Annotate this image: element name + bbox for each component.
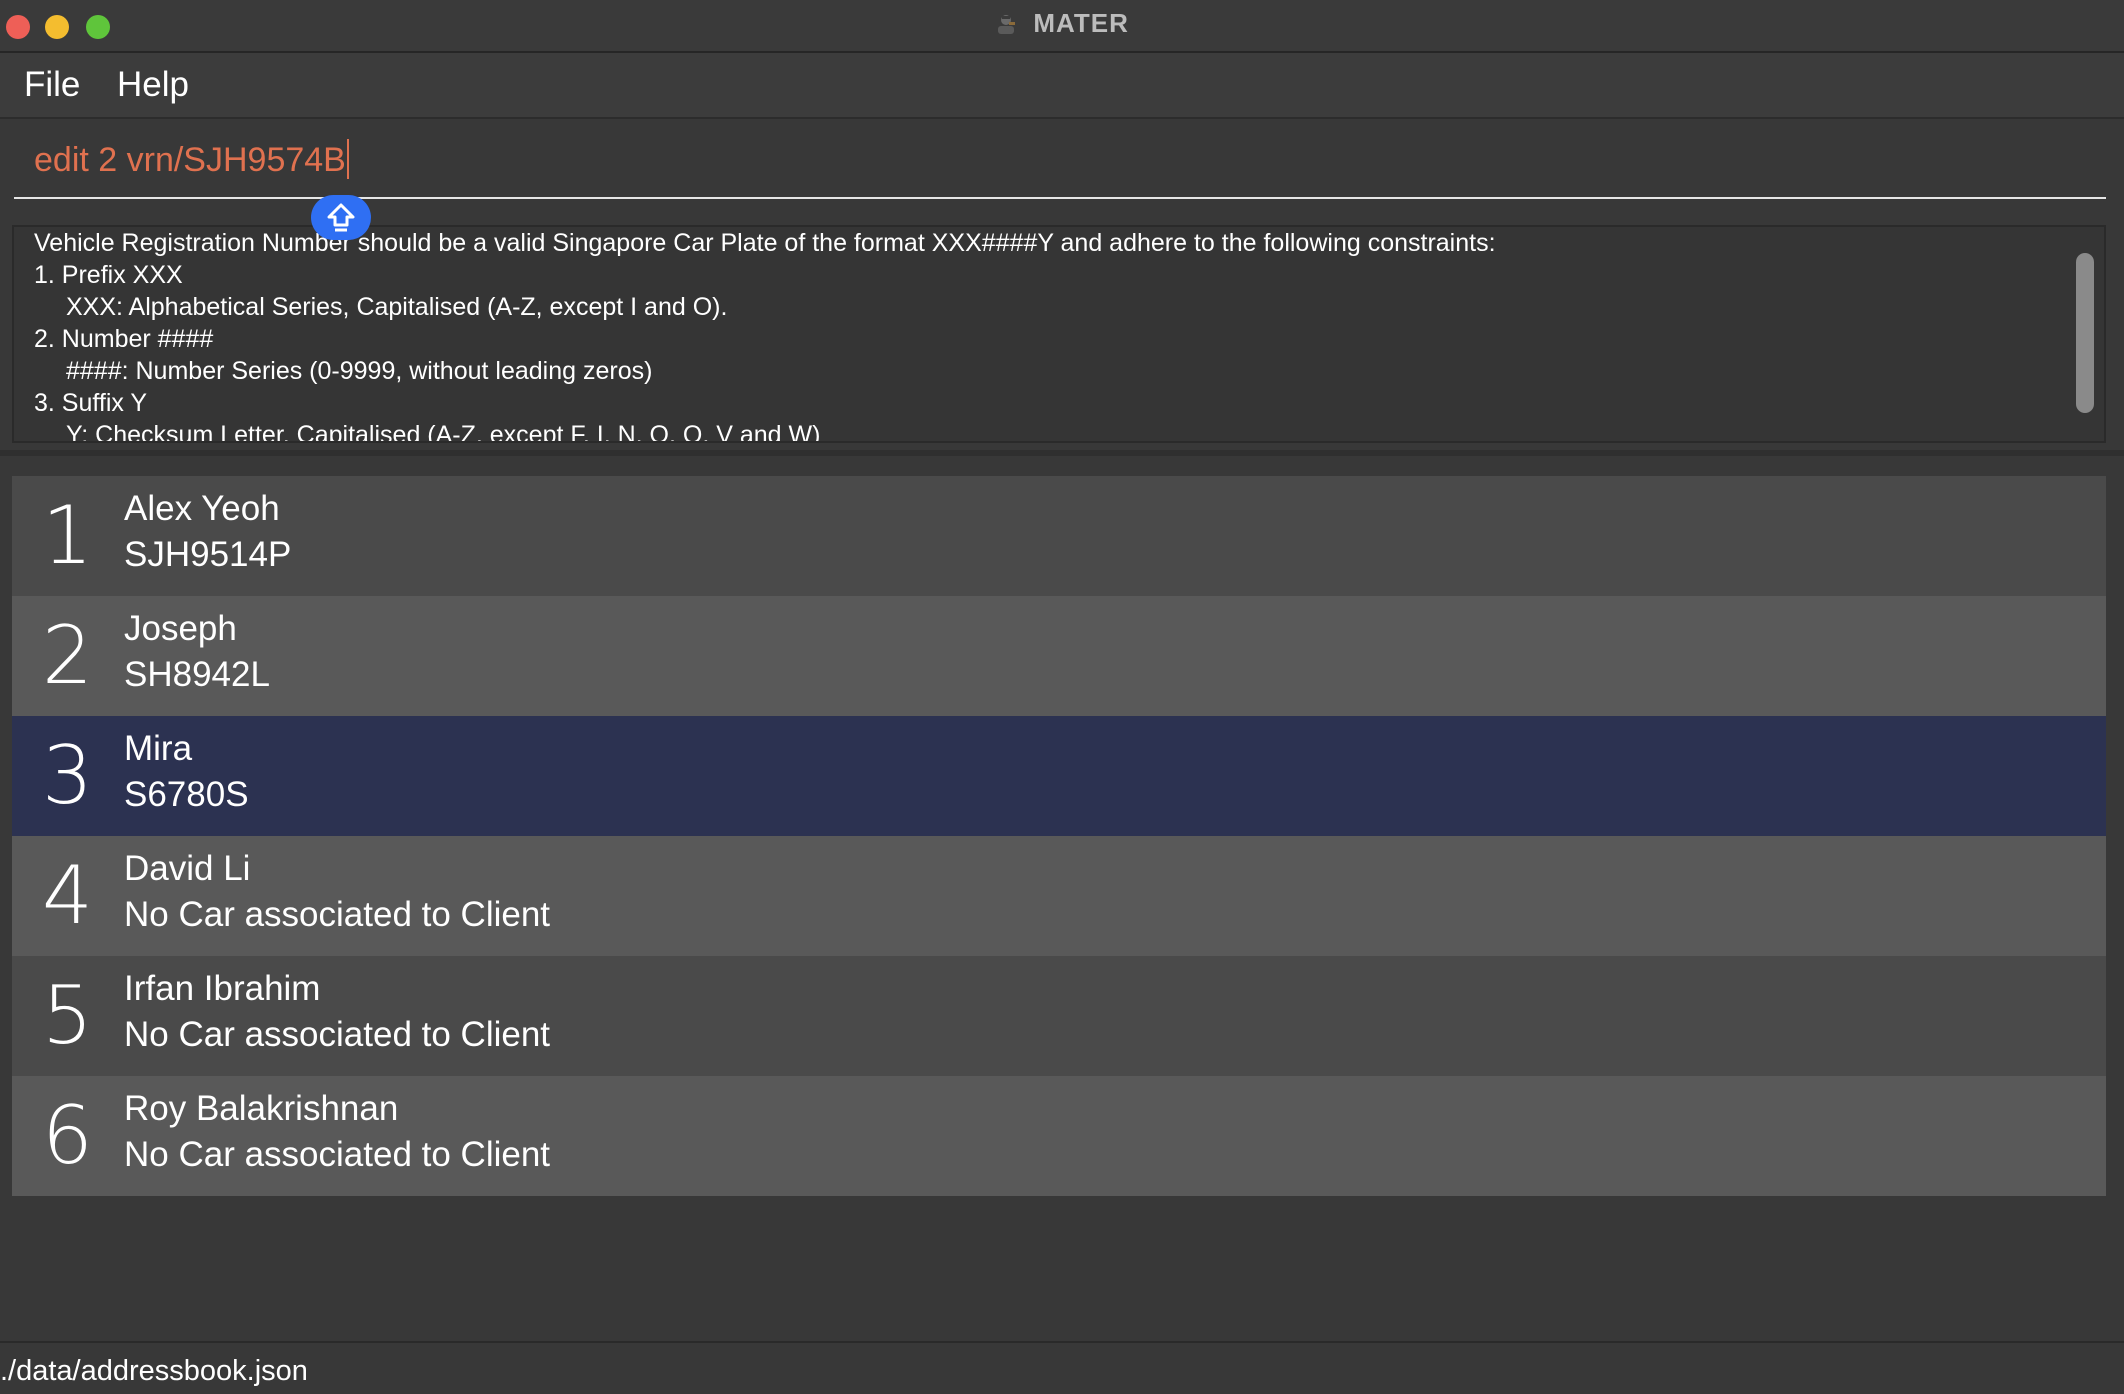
result-scrollbar[interactable] (2076, 253, 2094, 413)
mater-window: MATER File Help edit 2 vrn/SJH9574B Vehi… (0, 0, 2124, 1394)
text-caret (346, 139, 349, 179)
result-line: XXX: Alphabetical Series, Capitalised (A… (66, 293, 728, 321)
shift-arrow-icon (327, 203, 355, 232)
client-index: 6 (42, 1089, 93, 1182)
mechanic-icon (998, 15, 1016, 34)
client-name: Mira (124, 729, 193, 768)
client-vrn: No Car associated to Client (124, 1135, 551, 1174)
menu-file[interactable]: File (24, 65, 80, 105)
client-card[interactable]: 6 Roy Balakrishnan No Car associated to … (12, 1076, 2106, 1196)
client-card[interactable]: 5 Irfan Ibrahim No Car associated to Cli… (12, 956, 2106, 1076)
result-line: Vehicle Registration Number should be a … (34, 229, 1496, 257)
shift-key-badge (311, 195, 371, 240)
client-card[interactable]: 1 Alex Yeoh SJH9514P (12, 476, 2106, 596)
client-index: 4 (42, 849, 93, 942)
client-card[interactable]: 2 Joseph SH8942L (12, 596, 2106, 716)
result-line: 1. Prefix XXX (34, 261, 183, 289)
result-line: 2. Number #### (34, 325, 214, 353)
title-bar: MATER (0, 0, 2124, 53)
client-vrn: No Car associated to Client (124, 895, 551, 934)
result-line: 3. Suffix Y (34, 389, 148, 417)
client-card[interactable]: 4 David Li No Car associated to Client (12, 836, 2106, 956)
client-index: 2 (42, 609, 93, 702)
panel-divider (0, 450, 2124, 456)
client-name: Alex Yeoh (124, 489, 280, 528)
client-index: 3 (42, 729, 93, 822)
window-title: MATER (1033, 8, 1129, 38)
client-card-selected[interactable]: 3 Mira S6780S (12, 716, 2106, 836)
client-name: Joseph (124, 609, 237, 648)
client-list: 1 Alex Yeoh SJH9514P 2 Joseph SH8942L 3 … (12, 476, 2106, 1196)
menu-bar: File Help (0, 53, 2124, 119)
client-vrn: S6780S (124, 775, 249, 814)
client-vrn: SH8942L (124, 655, 270, 694)
result-display[interactable]: Vehicle Registration Number should be a … (12, 225, 2106, 443)
window-title-group: MATER (0, 8, 2124, 39)
command-input[interactable]: edit 2 vrn/SJH9574B (14, 125, 2106, 199)
client-name: Irfan Ibrahim (124, 969, 321, 1008)
client-vrn: No Car associated to Client (124, 1015, 551, 1054)
status-bar: ./data/addressbook.json (0, 1341, 2124, 1394)
client-vrn: SJH9514P (124, 535, 292, 574)
save-location: ./data/addressbook.json (0, 1355, 308, 1387)
client-index: 1 (42, 489, 93, 582)
client-name: David Li (124, 849, 251, 888)
result-line: ####: Number Series (0-9999, without lea… (66, 357, 653, 385)
client-index: 5 (42, 969, 93, 1062)
menu-help[interactable]: Help (117, 65, 189, 105)
client-name: Roy Balakrishnan (124, 1089, 399, 1128)
result-line: Y: Checksum Letter, Capitalised (A-Z, ex… (66, 421, 821, 443)
command-text: edit 2 vrn/SJH9574B (34, 141, 346, 179)
